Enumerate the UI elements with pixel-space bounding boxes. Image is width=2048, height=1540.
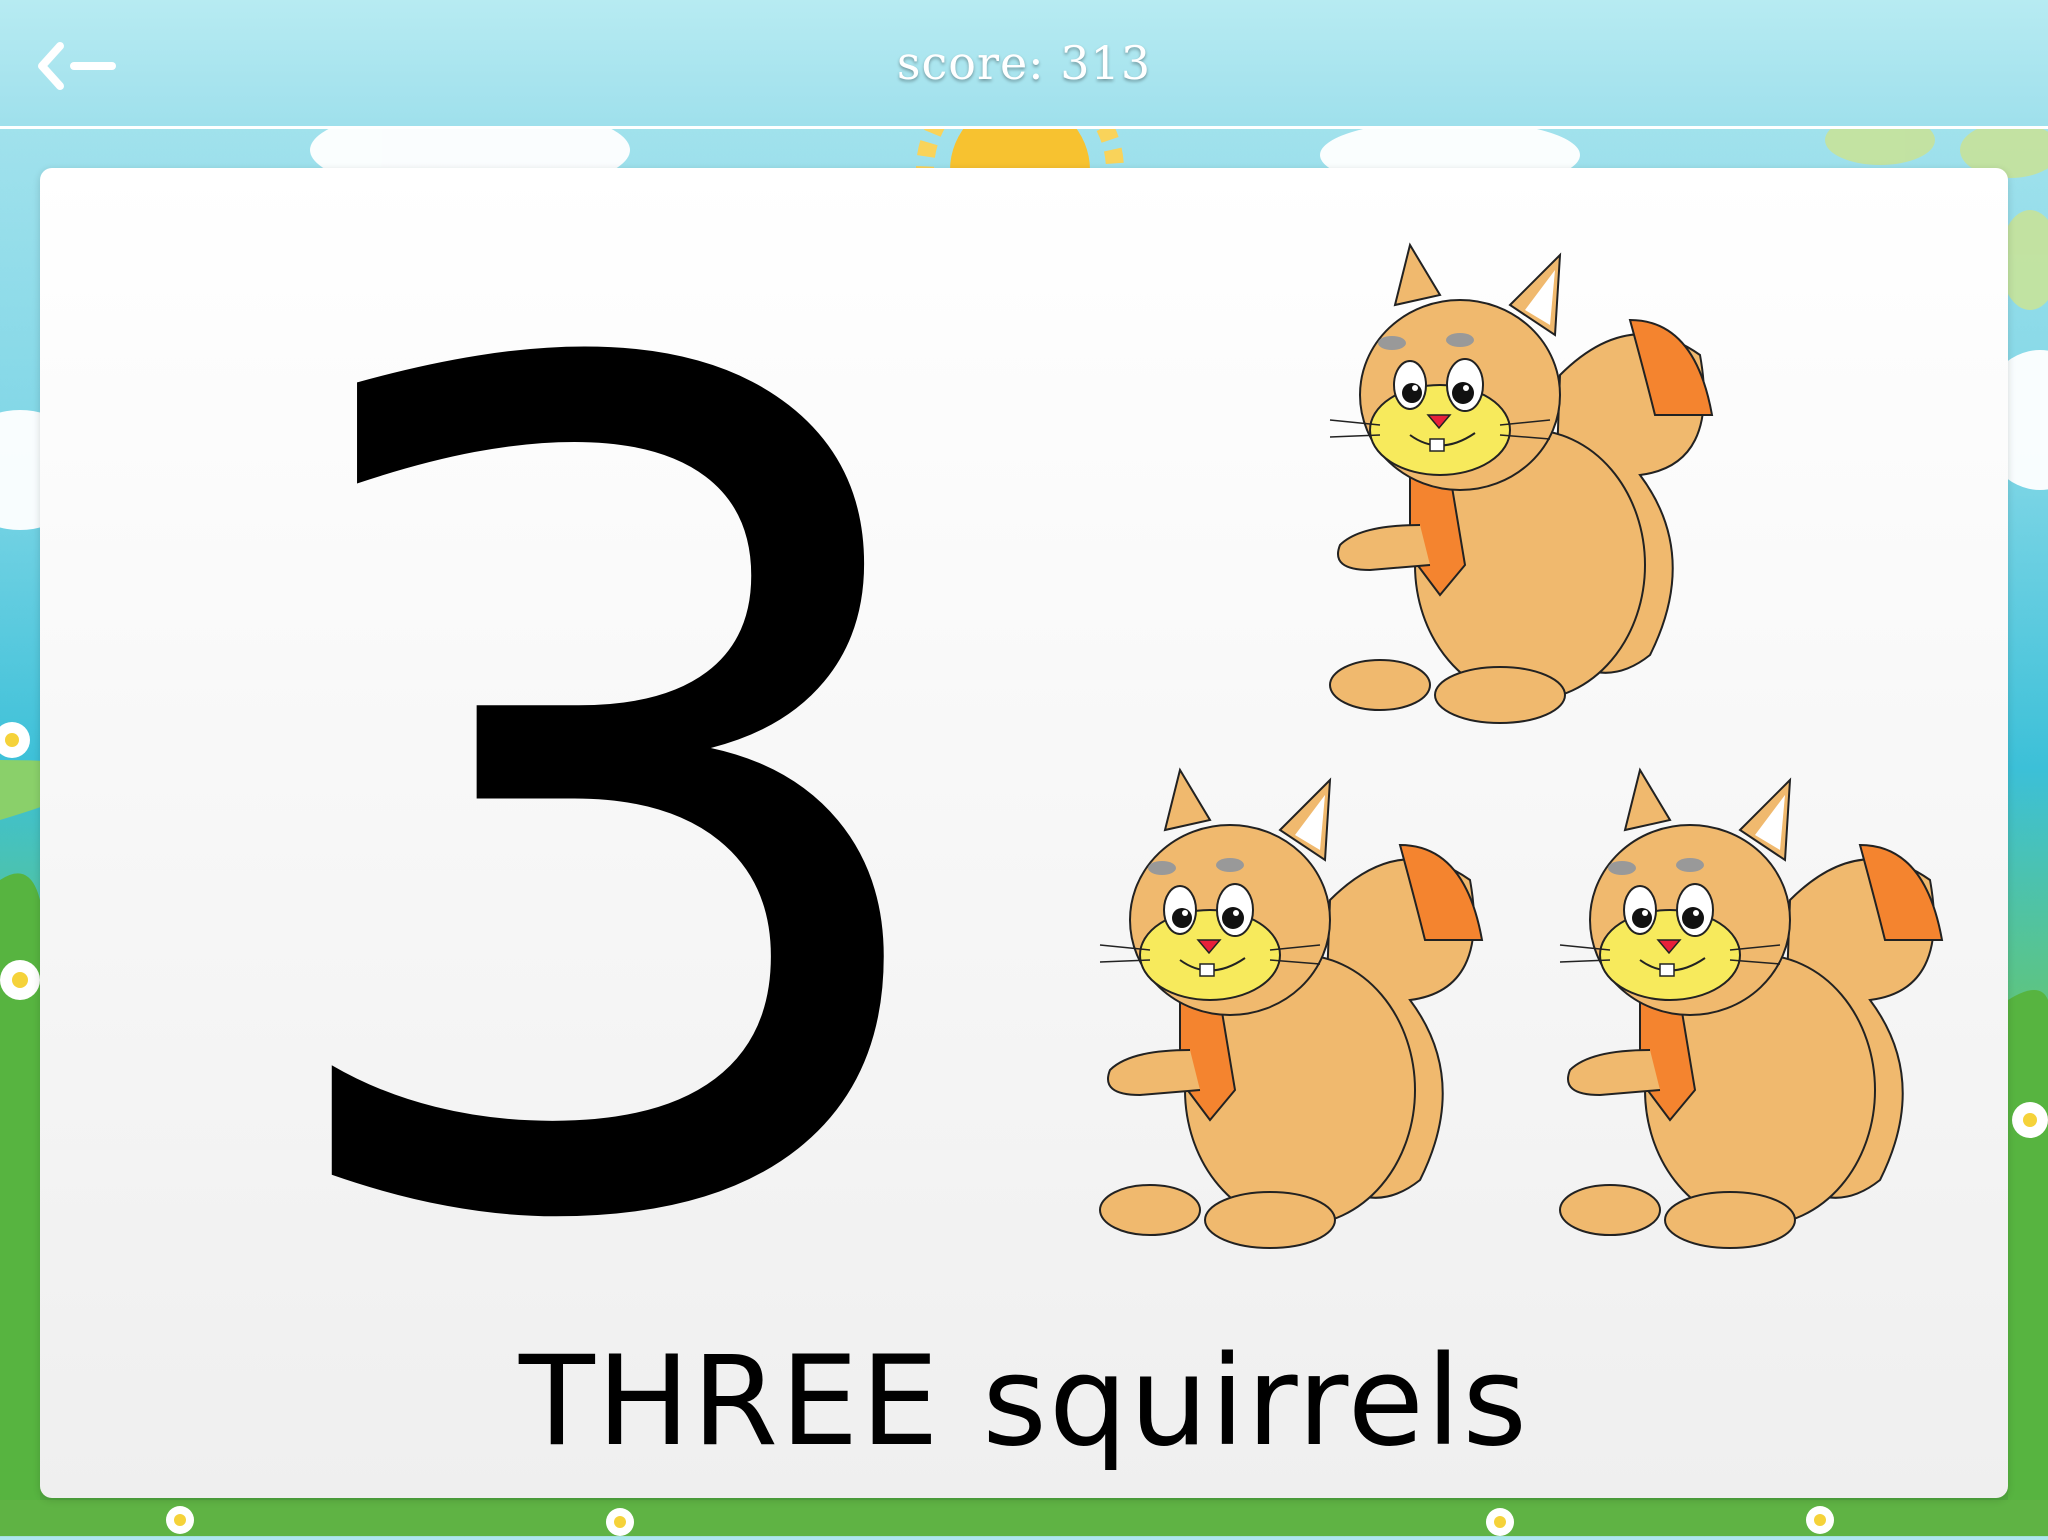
squirrel-icon[interactable] xyxy=(1070,750,1500,1254)
number-digit-text: 3 xyxy=(300,300,920,1250)
lesson-caption: THREE squirrels xyxy=(518,1330,1529,1474)
squirrel-icon[interactable] xyxy=(1530,750,1960,1254)
number-digit[interactable]: 3 xyxy=(300,300,920,1250)
top-bar: score: 313 xyxy=(0,0,2048,129)
squirrel-icon[interactable] xyxy=(1300,225,1730,729)
score-label: score: 313 xyxy=(896,36,1152,90)
